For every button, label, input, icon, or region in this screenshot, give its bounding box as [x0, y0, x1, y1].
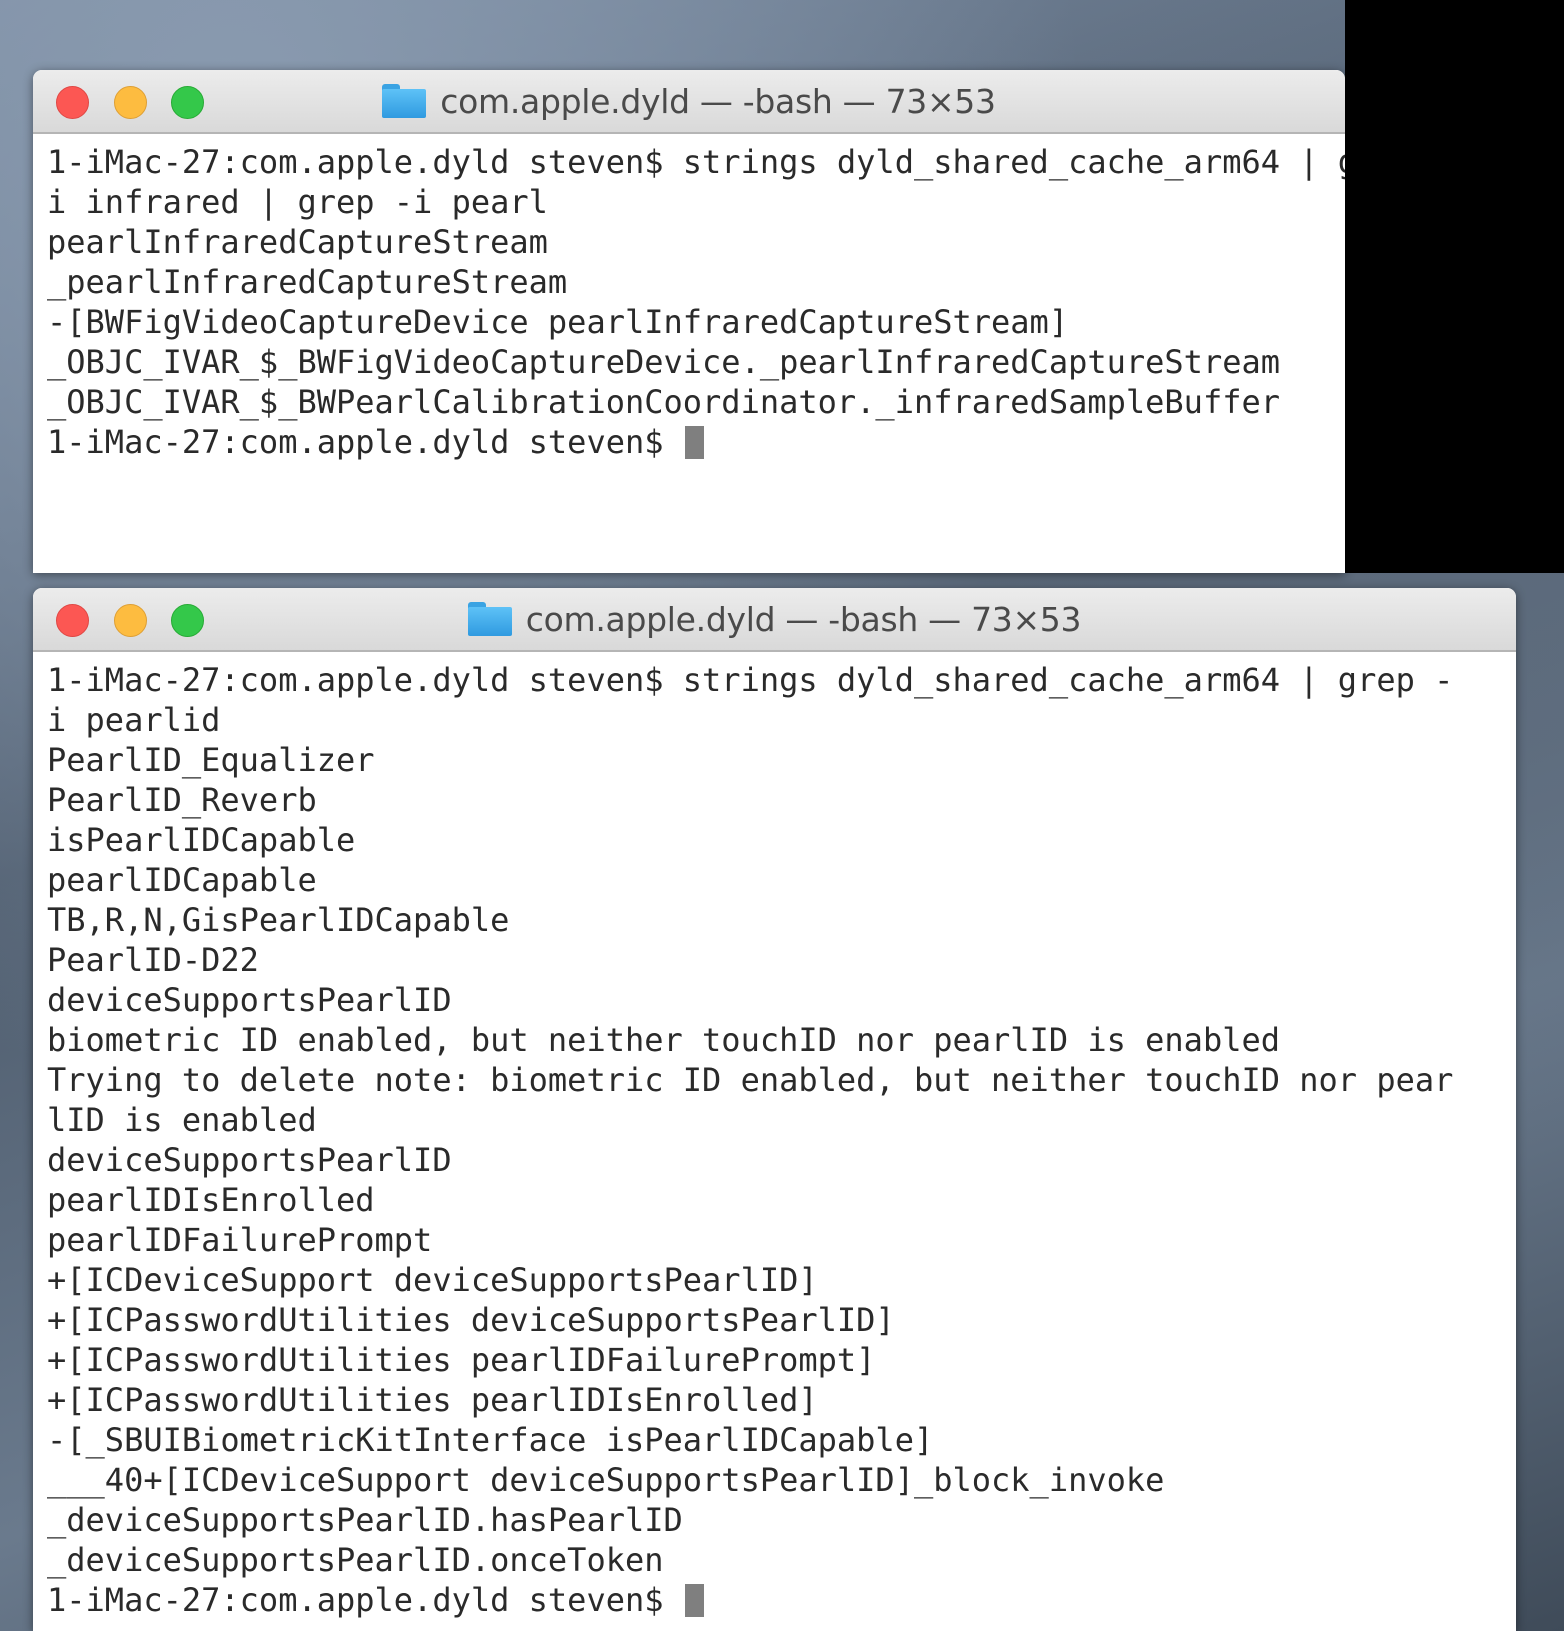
folder-icon [467, 602, 512, 636]
terminal-line: PearlID_Reverb [47, 781, 317, 819]
terminal-line: _pearlInfraredCaptureStream [47, 263, 568, 301]
terminal-window-bottom[interactable]: com.apple.dyld — -bash — 73×53 1-iMac-27… [33, 588, 1516, 1631]
terminal-line: -[BWFigVideoCaptureDevice pearlInfraredC… [47, 303, 1069, 341]
window-title: com.apple.dyld — -bash — 73×53 [33, 588, 1516, 650]
terminal-line: lID is enabled [47, 1101, 317, 1139]
title-bar[interactable]: com.apple.dyld — -bash — 73×53 [33, 588, 1516, 652]
terminal-line: _deviceSupportsPearlID.onceToken [47, 1541, 664, 1579]
terminal-line: +[ICPasswordUtilities deviceSupportsPear… [47, 1301, 895, 1339]
prompt-line[interactable]: 1-iMac-27:com.apple.dyld steven$ [47, 1580, 1516, 1620]
terminal-line: isPearlIDCapable [47, 821, 356, 859]
terminal-line: ___40+[ICDeviceSupport deviceSupportsPea… [47, 1461, 1165, 1499]
window-title: com.apple.dyld — -bash — 73×53 [33, 70, 1345, 132]
terminal-line: +[ICDeviceSupport deviceSupportsPearlID] [47, 1261, 818, 1299]
terminal-line: PearlID_Equalizer [47, 741, 375, 779]
terminal-line: biometric ID enabled, but neither touchI… [47, 1021, 1280, 1059]
terminal-line: +[ICPasswordUtilities pearlIDIsEnrolled] [47, 1381, 818, 1419]
terminal-line: pearlInfraredCaptureStream [47, 223, 548, 261]
terminal-line: _OBJC_IVAR_$_BWPearlCalibrationCoordinat… [47, 383, 1280, 421]
terminal-line: +[ICPasswordUtilities pearlIDFailureProm… [47, 1341, 876, 1379]
terminal-line: deviceSupportsPearlID [47, 981, 452, 1019]
terminal-line: Trying to delete note: biometric ID enab… [47, 1061, 1454, 1099]
window-title-text: com.apple.dyld — -bash — 73×53 [440, 81, 996, 121]
folder-icon [382, 84, 427, 118]
prompt-line[interactable]: 1-iMac-27:com.apple.dyld steven$ [47, 422, 1345, 462]
terminal-line: pearlIDCapable [47, 861, 317, 899]
text-cursor [684, 1584, 704, 1617]
black-background-block [1345, 0, 1564, 573]
title-bar[interactable]: com.apple.dyld — -bash — 73×53 [33, 70, 1345, 134]
terminal-line: i pearlid [47, 701, 221, 739]
terminal-line: -[_SBUIBiometricKitInterface isPearlIDCa… [47, 1421, 934, 1459]
terminal-line: TB,R,N,GisPearlIDCapable [47, 901, 510, 939]
shell-prompt: 1-iMac-27:com.apple.dyld steven$ [47, 423, 683, 461]
terminal-output[interactable]: 1-iMac-27:com.apple.dyld steven$ strings… [33, 134, 1345, 462]
terminal-line: PearlID-D22 [47, 941, 259, 979]
terminal-line: deviceSupportsPearlID [47, 1141, 452, 1179]
terminal-line: 1-iMac-27:com.apple.dyld steven$ strings… [47, 143, 1345, 181]
terminal-line: pearlIDFailurePrompt [47, 1221, 433, 1259]
shell-prompt: 1-iMac-27:com.apple.dyld steven$ [47, 1581, 683, 1619]
terminal-window-top[interactable]: com.apple.dyld — -bash — 73×53 1-iMac-27… [33, 70, 1345, 573]
terminal-line: _OBJC_IVAR_$_BWFigVideoCaptureDevice._pe… [47, 343, 1280, 381]
terminal-output[interactable]: 1-iMac-27:com.apple.dyld steven$ strings… [33, 652, 1516, 1620]
terminal-line: _deviceSupportsPearlID.hasPearlID [47, 1501, 683, 1539]
text-cursor [684, 426, 704, 459]
terminal-line: 1-iMac-27:com.apple.dyld steven$ strings… [47, 661, 1454, 699]
window-title-text: com.apple.dyld — -bash — 73×53 [525, 599, 1082, 639]
terminal-line: pearlIDIsEnrolled [47, 1181, 375, 1219]
terminal-line: i infrared | grep -i pearl [47, 183, 548, 221]
